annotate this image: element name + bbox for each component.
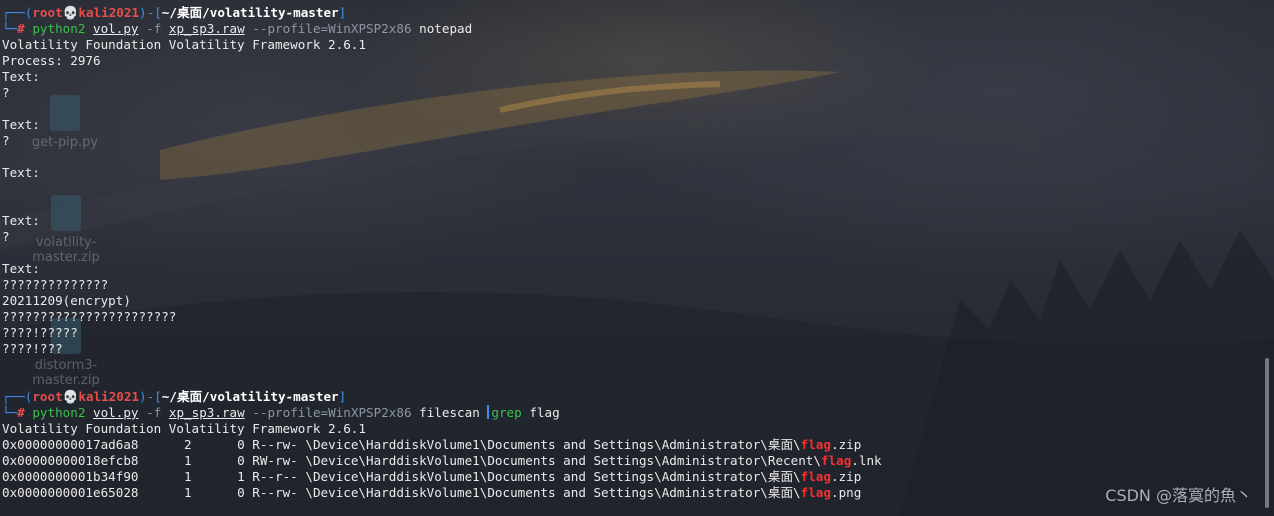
prompt-prefix: └─: [2, 405, 18, 420]
output-line: 20211209(encrypt): [2, 293, 131, 308]
row-match: flag: [800, 437, 831, 452]
csdn-watermark: CSDN @落寞的魚丶: [1105, 486, 1252, 505]
command-program: python2: [32, 405, 86, 420]
row-ptr: 2: [183, 437, 192, 452]
output-line: ???????????????????????: [2, 309, 177, 324]
table-row: 0x00000000018efcb8 1 0 RW-rw- \Device\Ha…: [2, 453, 882, 469]
table-row: 0x0000000001e65028 1 0 R--rw- \Device\Ha…: [2, 485, 861, 501]
terminal-scrollbar[interactable]: [1264, 0, 1270, 516]
table-row: 0x0000000001b34f90 1 1 R--r-- \Device\Ha…: [2, 469, 861, 485]
prompt-line-1: ┌──(root💀kali2021)-[~/桌面/volatility-mast…: [2, 5, 346, 21]
output-line: Text:: [2, 213, 40, 228]
row-hnd: 0: [237, 485, 245, 500]
prompt-user: root: [32, 389, 63, 404]
row-ext: .lnk: [851, 453, 882, 468]
command-plugin: notepad: [419, 21, 473, 36]
row-ext: .png: [830, 485, 862, 500]
prompt-user: root: [32, 5, 63, 20]
prompt-path: ~/桌面/volatility-master: [161, 5, 339, 20]
command-profile: --profile=WinXPSP2x86: [252, 21, 412, 36]
prompt-bracket: ┌──(: [2, 5, 33, 20]
command-pipe-arg: flag: [529, 405, 560, 420]
row-ptr: 1: [183, 469, 192, 484]
prompt-bracket: ]: [338, 5, 347, 20]
prompt-prefix: └─: [2, 21, 18, 36]
output-line: Text:: [2, 261, 40, 276]
command-plugin: filescan: [419, 405, 480, 420]
prompt-hash: #: [17, 21, 33, 36]
row-access: RW-rw-: [252, 453, 298, 468]
row-access: R--rw-: [252, 437, 298, 452]
row-path: \Device\HarddiskVolume1\Documents and Se…: [305, 485, 801, 500]
row-offset: 0x00000000017ad6a8: [2, 437, 139, 452]
output-line: Text:: [2, 69, 40, 84]
command-line-1[interactable]: └─# python2 vol.py -f xp_sp3.raw --profi…: [2, 21, 472, 37]
row-match: flag: [800, 485, 831, 500]
row-offset: 0x0000000001e65028: [2, 485, 139, 500]
skull-icon: 💀: [62, 389, 79, 404]
row-hnd: 1: [237, 469, 245, 484]
command-script: vol.py: [93, 21, 139, 36]
command-image: xp_sp3.raw: [168, 21, 245, 36]
row-ptr: 1: [183, 485, 192, 500]
command-image: xp_sp3.raw: [168, 405, 245, 420]
prompt-host: kali2021: [78, 5, 140, 20]
terminal-window[interactable]: ┌──(root💀kali2021)-[~/桌面/volatility-mast…: [0, 0, 1264, 516]
command-option: -f: [146, 21, 162, 36]
output-line: ????!?????: [2, 325, 78, 340]
prompt-line-2: ┌──(root💀kali2021)-[~/桌面/volatility-mast…: [2, 389, 346, 405]
row-hnd: 0: [237, 437, 245, 452]
scrollbar-thumb[interactable]: [1265, 358, 1269, 508]
prompt-bracket: ┌──(: [2, 389, 33, 404]
command-option: -f: [146, 405, 162, 420]
output-line: ?: [2, 85, 10, 100]
prompt-hash: #: [17, 405, 33, 420]
command-program: python2: [32, 21, 86, 36]
row-offset: 0x0000000001b34f90: [2, 469, 139, 484]
row-ext: .zip: [830, 469, 862, 484]
row-path: \Device\HarddiskVolume1\Documents and Se…: [305, 453, 821, 468]
prompt-bracket: ]: [338, 389, 347, 404]
output-line: Process: 2976: [2, 53, 101, 68]
output-line: Text:: [2, 165, 40, 180]
row-offset: 0x00000000018efcb8: [2, 453, 139, 468]
prompt-path: ~/桌面/volatility-master: [161, 389, 339, 404]
output-line: ?: [2, 229, 10, 244]
row-ptr: 1: [183, 453, 192, 468]
row-match: flag: [800, 469, 831, 484]
prompt-bracket: )-[: [139, 389, 162, 404]
command-line-2[interactable]: └─# python2 vol.py -f xp_sp3.raw --profi…: [2, 405, 560, 421]
text-cursor: [487, 405, 490, 419]
output-line: Text:: [2, 117, 40, 132]
row-hnd: 0: [237, 453, 245, 468]
skull-icon: 💀: [62, 5, 79, 20]
output-header: Volatility Foundation Volatility Framewo…: [2, 421, 366, 436]
output-line: ????!???: [2, 341, 63, 356]
prompt-host: kali2021: [78, 389, 140, 404]
command-pipe-program: grep: [491, 405, 522, 420]
output-line: ?: [2, 133, 10, 148]
row-path: \Device\HarddiskVolume1\Documents and Se…: [305, 437, 801, 452]
row-match: flag: [820, 453, 852, 468]
row-path: \Device\HarddiskVolume1\Documents and Se…: [305, 469, 801, 484]
row-access: R--rw-: [252, 485, 298, 500]
row-ext: .zip: [830, 437, 862, 452]
output-line: ??????????????: [2, 277, 109, 292]
row-access: R--r--: [252, 469, 298, 484]
output-line: Volatility Foundation Volatility Framewo…: [2, 37, 366, 52]
command-profile: --profile=WinXPSP2x86: [252, 405, 412, 420]
command-script: vol.py: [93, 405, 139, 420]
table-row: 0x00000000017ad6a8 2 0 R--rw- \Device\Ha…: [2, 437, 861, 453]
prompt-bracket: )-[: [139, 5, 162, 20]
